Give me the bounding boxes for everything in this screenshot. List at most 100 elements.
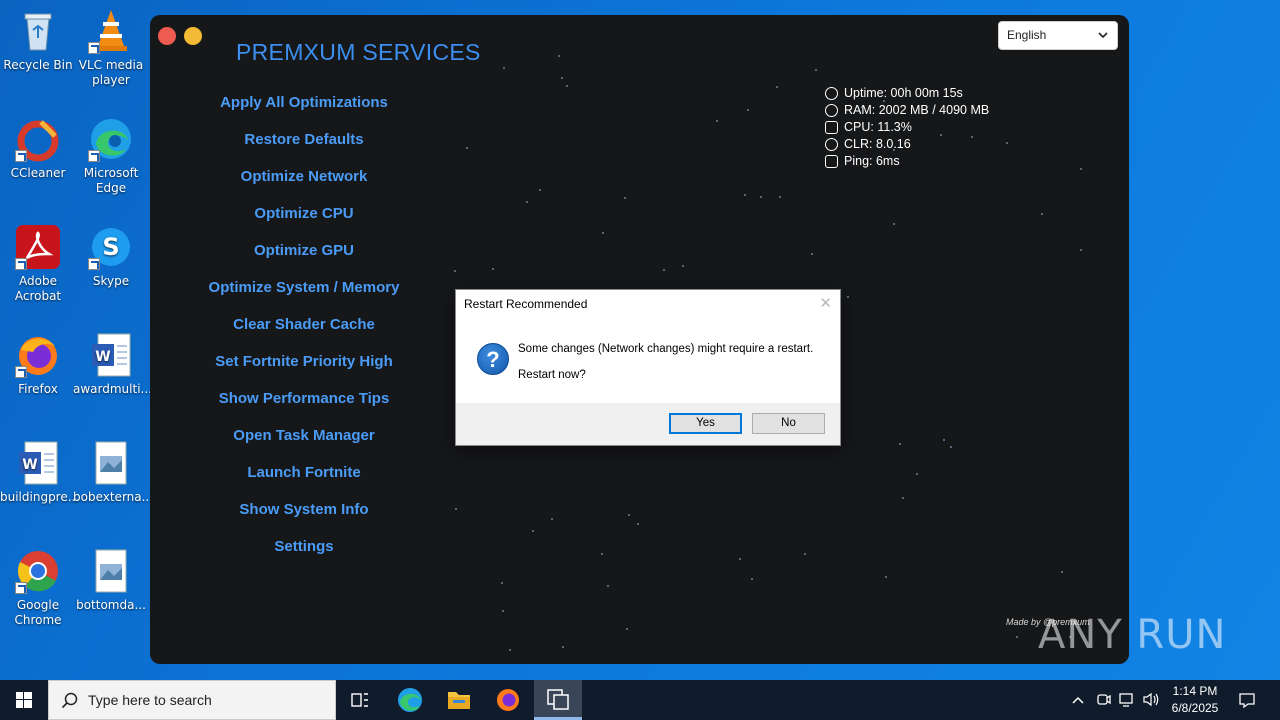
word-document-icon: W <box>88 332 134 378</box>
menu-set-fortnite-priority[interactable]: Set Fortnite Priority High <box>190 352 418 389</box>
star-dot <box>628 514 630 516</box>
star-dot <box>1016 636 1018 638</box>
star-dot <box>885 576 887 578</box>
desktop-icon-building-doc[interactable]: W buildingpre... <box>0 440 79 505</box>
window-close-button[interactable] <box>158 27 176 45</box>
star-dot <box>776 86 778 88</box>
question-icon: ? <box>477 343 509 375</box>
desktop-icon-label: Skype <box>92 274 130 288</box>
network-icon[interactable] <box>1118 691 1136 708</box>
star-dot <box>509 649 511 651</box>
desktop-icon-label: VLC media player <box>78 58 144 87</box>
star-dot <box>502 610 504 612</box>
star-dot <box>539 189 541 191</box>
desktop-icon-label: Adobe Acrobat <box>14 274 62 303</box>
star-dot <box>739 558 741 560</box>
desktop-icon-chrome[interactable]: Google Chrome <box>0 548 76 628</box>
task-view-button[interactable] <box>336 680 384 720</box>
star-dot <box>950 446 952 448</box>
no-button[interactable]: No <box>752 413 825 434</box>
desktop-icon-bobexterna[interactable]: bobexterna... <box>73 440 154 505</box>
menu-optimize-gpu[interactable]: Optimize GPU <box>190 241 418 278</box>
desktop-icon-firefox[interactable]: Firefox <box>0 332 76 397</box>
desktop-icon-vlc[interactable]: VLC media player <box>73 8 149 88</box>
menu-restore-defaults[interactable]: Restore Defaults <box>190 130 418 167</box>
star-dot <box>779 196 781 198</box>
star-dot <box>815 69 817 71</box>
star-dot <box>558 55 560 57</box>
star-dot <box>526 201 528 203</box>
svg-text:S: S <box>102 233 119 261</box>
star-dot <box>561 77 563 79</box>
shortcut-arrow-icon <box>88 150 100 162</box>
desktop-icon-ccleaner[interactable]: CCleaner <box>0 116 76 181</box>
vlc-cone-icon <box>88 8 134 54</box>
star-dot <box>624 197 626 199</box>
chevron-up-icon[interactable] <box>1070 692 1086 708</box>
menu-optimize-system-memory[interactable]: Optimize System / Memory <box>190 278 418 315</box>
menu-clear-shader-cache[interactable]: Clear Shader Cache <box>190 315 418 352</box>
menu-open-task-manager[interactable]: Open Task Manager <box>190 426 418 463</box>
memory-icon <box>825 104 838 117</box>
firefox-icon <box>497 689 519 711</box>
notification-icon[interactable] <box>1238 691 1256 709</box>
shortcut-arrow-icon <box>88 42 100 54</box>
task-view-icon <box>351 693 368 707</box>
menu-settings[interactable]: Settings <box>190 537 418 574</box>
start-button[interactable] <box>0 680 48 720</box>
taskbar-file-explorer[interactable] <box>435 680 483 720</box>
shortcut-arrow-icon <box>15 582 27 594</box>
star-dot <box>893 223 895 225</box>
desktop-icon-award-doc[interactable]: W awardmulti... <box>73 332 152 397</box>
search-icon <box>61 692 78 709</box>
menu-apply-all-optimizations[interactable]: Apply All Optimizations <box>190 93 418 130</box>
clock-icon <box>825 87 838 100</box>
firefox-icon <box>15 332 61 378</box>
app-title: PREMXUM SERVICES <box>236 39 481 65</box>
star-dot <box>682 265 684 267</box>
stat-ping: Ping: 6ms <box>825 153 989 170</box>
image-file-icon <box>88 440 134 486</box>
menu-show-system-info[interactable]: Show System Info <box>190 500 418 537</box>
star-dot <box>466 147 468 149</box>
taskbar-firefox[interactable] <box>484 680 532 720</box>
dialog-question: Restart now? <box>518 369 586 381</box>
volume-icon[interactable] <box>1142 691 1160 708</box>
star-dot <box>744 194 746 196</box>
menu-show-performance-tips[interactable]: Show Performance Tips <box>190 389 418 426</box>
star-dot <box>454 270 456 272</box>
folder-icon <box>448 692 470 709</box>
desktop-icon-edge[interactable]: Microsoft Edge <box>73 116 149 196</box>
taskbar-clock[interactable]: 1:14 PM 6/8/2025 <box>1160 683 1230 717</box>
star-dot <box>916 473 918 475</box>
star-dot <box>1080 249 1082 251</box>
desktop-icon-recycle-bin[interactable]: Recycle Bin <box>0 8 76 73</box>
cpu-monitor-icon <box>825 121 838 134</box>
menu-launch-fortnite[interactable]: Launch Fortnite <box>190 463 418 500</box>
star-dot <box>501 582 503 584</box>
menu-optimize-network[interactable]: Optimize Network <box>190 167 418 204</box>
taskbar: Type here to search 1:14 PM 6/8/2025 <box>0 680 1280 720</box>
star-dot <box>663 269 665 271</box>
dialog-close-icon[interactable]: ✕ <box>819 294 832 312</box>
desktop-icon-skype[interactable]: S Skype <box>73 224 149 289</box>
star-dot <box>551 518 553 520</box>
star-dot <box>804 553 806 555</box>
clock-date: 6/8/2025 <box>1171 701 1219 715</box>
language-select[interactable]: English <box>998 21 1118 50</box>
desktop-icon-acrobat[interactable]: Adobe Acrobat <box>0 224 76 304</box>
taskbar-search-box[interactable]: Type here to search <box>48 680 336 720</box>
desktop-icon-label: bobexterna... <box>73 490 154 504</box>
optimization-menu: Apply All Optimizations Restore Defaults… <box>190 93 418 574</box>
taskbar-premxum-app[interactable] <box>534 680 582 720</box>
meet-now-icon[interactable] <box>1095 691 1112 708</box>
dialog-button-bar: Yes No <box>456 403 840 445</box>
taskbar-edge[interactable] <box>386 680 434 720</box>
yes-button[interactable]: Yes <box>669 413 742 434</box>
desktop-icon-bottomda[interactable]: bottomda... <box>73 548 149 613</box>
shortcut-arrow-icon <box>15 150 27 162</box>
image-file-icon <box>88 548 134 594</box>
menu-optimize-cpu[interactable]: Optimize CPU <box>190 204 418 241</box>
window-minimize-button[interactable] <box>184 27 202 45</box>
stat-uptime-text: Uptime: 00h 00m 15s <box>844 86 963 100</box>
